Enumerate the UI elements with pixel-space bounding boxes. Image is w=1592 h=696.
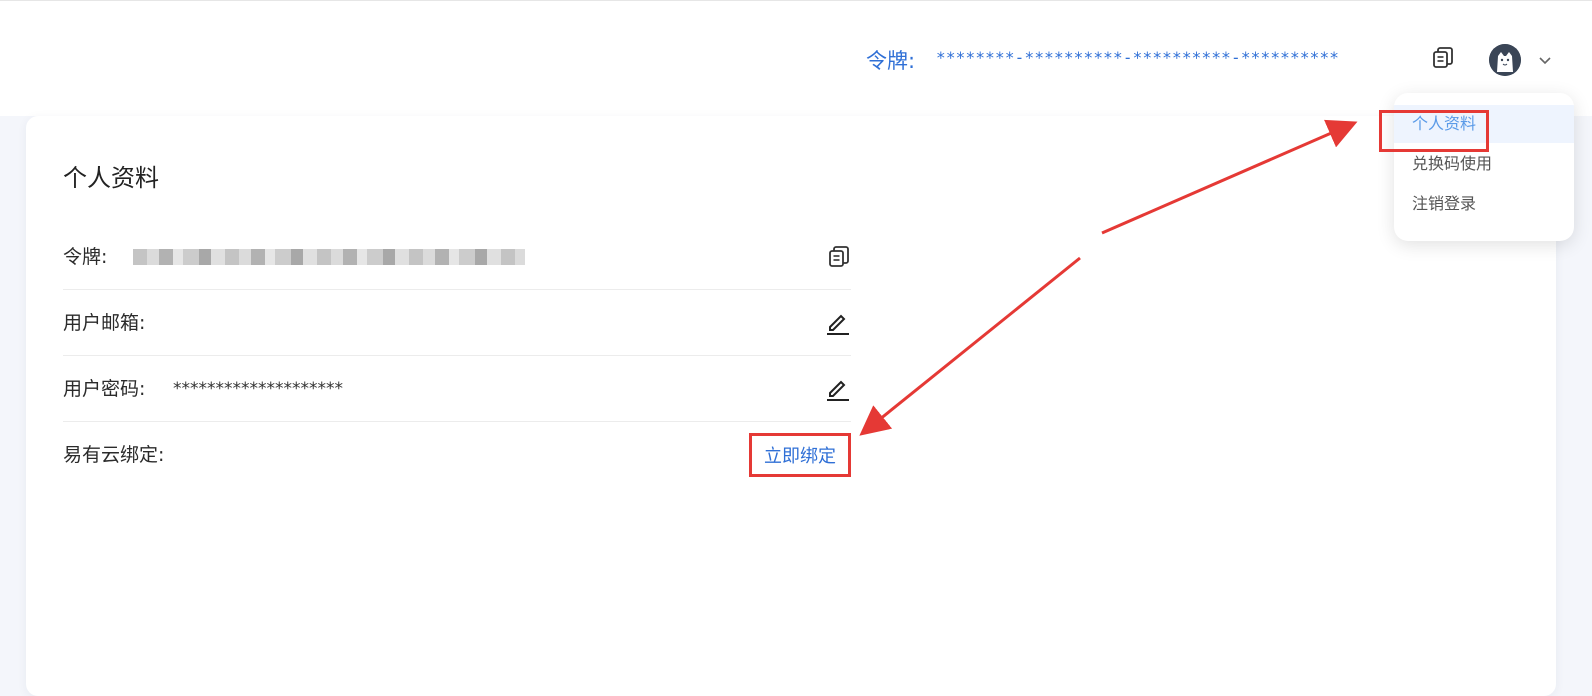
email-row: 用户邮箱:: [63, 290, 851, 356]
profile-card: 个人资料 令牌: 用户邮箱: 用户密码: *******************…: [26, 116, 1556, 696]
password-value: ********************: [173, 379, 343, 399]
cloud-bind-row: 易有云绑定: 立即绑定: [63, 422, 851, 488]
copy-icon[interactable]: [827, 245, 851, 269]
cloud-bind-label: 易有云绑定:: [63, 444, 165, 466]
menu-item-redeem-code[interactable]: 兑换码使用: [1394, 145, 1574, 183]
edit-icon[interactable]: [823, 375, 851, 403]
bind-now-link[interactable]: 立即绑定: [749, 433, 851, 477]
chevron-down-icon[interactable]: [1535, 50, 1555, 70]
token-value-redacted: [133, 249, 525, 265]
menu-item-profile[interactable]: 个人资料: [1394, 105, 1574, 143]
edit-email-button[interactable]: [823, 290, 851, 356]
password-row: 用户密码: ********************: [63, 356, 851, 422]
email-row-label: 用户邮箱:: [63, 312, 146, 334]
header-token-value: ********-**********-**********-*********…: [936, 48, 1340, 67]
user-dropdown-menu: 个人资料 兑换码使用 注销登录: [1394, 93, 1574, 241]
avatar-icon[interactable]: [1489, 44, 1521, 76]
token-row-label: 令牌:: [63, 246, 108, 268]
copy-icon[interactable]: [1430, 45, 1456, 71]
menu-item-logout[interactable]: 注销登录: [1394, 185, 1574, 223]
edit-icon[interactable]: [823, 309, 851, 337]
top-bar: 令牌: ********-**********-**********-*****…: [0, 0, 1592, 116]
header-token-label: 令牌:: [866, 49, 916, 73]
page-title: 个人资料: [63, 164, 159, 192]
password-row-label: 用户密码:: [63, 378, 146, 400]
edit-password-button[interactable]: [823, 356, 851, 422]
token-copy-button[interactable]: [827, 224, 851, 290]
token-row: 令牌:: [63, 224, 851, 290]
